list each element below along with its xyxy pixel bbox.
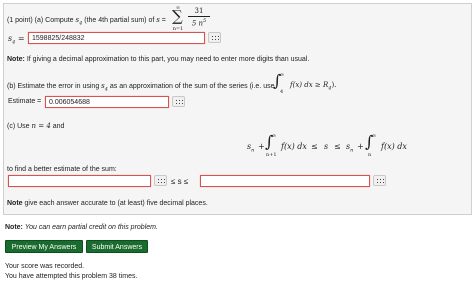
- bound-relation-text: ≤ s ≤: [171, 177, 189, 186]
- left-sn-sub: n: [251, 147, 255, 154]
- part-b-text2: as an approximation of the sum of the se…: [109, 83, 275, 90]
- denominator-exponent: 5: [203, 18, 207, 24]
- part-b-label: (b): [7, 83, 16, 90]
- s4-symbol: s4: [76, 16, 83, 27]
- partial-credit-note: Note: You can earn partial credit on thi…: [5, 224, 158, 231]
- note-accuracy: Note give each answer accurate to (at le…: [7, 200, 208, 207]
- bound-relation: ≤ s ≤: [171, 177, 188, 186]
- right-sn-sub: n: [350, 147, 354, 154]
- part-a-text-mid: (the 4th partial sum) of: [84, 17, 155, 24]
- lower-bound-input[interactable]: [8, 175, 151, 187]
- s4-sub: 4: [79, 20, 83, 27]
- part-b-close: ).: [331, 81, 337, 89]
- points-label: (1 point): [7, 17, 33, 24]
- part-a-prompt: (1 point) (a) Compute s4 (the 4th partia…: [7, 16, 166, 26]
- part-c-label: (c): [7, 123, 16, 130]
- lower-bound-equation-editor-button[interactable]: [154, 175, 167, 186]
- le-sign-2: ≤: [334, 142, 341, 151]
- inequality-left-sn: sn: [247, 142, 254, 154]
- sigma-icon: ∑: [172, 7, 183, 25]
- denominator-text: 5 n: [191, 19, 203, 28]
- left-integral-lower: n+1: [266, 152, 277, 158]
- note-decimal-label: Note:: [7, 56, 25, 63]
- part-b-prompt: (b) Estimate the error in using s4 as an…: [7, 82, 275, 92]
- s4-equation-editor-button[interactable]: [208, 32, 221, 43]
- estimate-label: Estimate =: [8, 98, 42, 105]
- part-b-s4: s4: [101, 82, 108, 93]
- part-c-prompt: (c) Use n = 4 and: [7, 122, 64, 130]
- integral-icon: ∫: [273, 71, 282, 90]
- part-b-integral-lower: 4: [280, 89, 284, 95]
- equals-sign: =: [161, 17, 166, 24]
- right-integrand: f(x) dx: [381, 142, 407, 151]
- score-recorded-text: Your score was recorded.: [5, 263, 85, 270]
- left-integrand: f(x) dx: [281, 142, 307, 151]
- left-integral-icon: ∫: [265, 132, 274, 151]
- note-accuracy-text: give each answer accurate to (at least) …: [24, 200, 208, 207]
- note-decimal-text: If giving a decimal approximation to thi…: [26, 56, 310, 63]
- right-integral-icon: ∫: [365, 132, 374, 151]
- estimate-equation-editor-button[interactable]: [172, 96, 185, 107]
- s-symbol: s: [156, 16, 160, 24]
- part-b-integrand: f(x) dx ≥ R4).: [290, 81, 336, 91]
- s4-answer-input[interactable]: 1598825/248832: [28, 32, 205, 44]
- part-a-label: (a): [34, 17, 44, 24]
- part-c-n-eq: n = 4: [31, 122, 51, 130]
- part-a-text: Compute: [45, 17, 74, 24]
- part-c-and: and: [52, 123, 65, 130]
- s4-answer-label: s4 =: [8, 34, 25, 46]
- part-b-integrand-text: f(x) dx ≥ R: [290, 81, 329, 89]
- part-c-text: Use: [17, 123, 30, 130]
- inequality-plus-left: +: [258, 142, 265, 151]
- inequality-right-sn: sn: [346, 142, 353, 154]
- part-c-find-text: to find a better estimate of the sum:: [7, 166, 117, 173]
- partial-credit-text: You can earn partial credit on this prob…: [24, 224, 158, 231]
- s4-answer-sub: 4: [12, 39, 16, 46]
- estimate-input[interactable]: 0.006054688: [45, 96, 169, 108]
- upper-bound-input[interactable]: [200, 175, 370, 187]
- le-sign-1: ≤: [311, 142, 318, 151]
- upper-bound-equation-editor-button[interactable]: [373, 175, 386, 186]
- partial-credit-label: Note:: [5, 224, 23, 231]
- fraction-denominator: 5 n5: [188, 18, 210, 27]
- preview-answers-button[interactable]: Preview My Answers: [5, 240, 83, 253]
- fraction-numerator: 31: [188, 7, 210, 17]
- inequality-s: s: [324, 142, 329, 151]
- right-integral-lower: n: [368, 152, 372, 158]
- attempts-text: You have attempted this problem 38 times…: [5, 273, 138, 280]
- part-b-s4-sub: 4: [104, 86, 108, 93]
- part-b-text: Estimate the error in using: [17, 83, 100, 90]
- inequality-plus-right: +: [357, 142, 364, 151]
- note-accuracy-label: Note: [7, 200, 23, 207]
- note-decimal: Note: If giving a decimal approximation …: [7, 56, 309, 63]
- submit-answers-button[interactable]: Submit Answers: [86, 240, 148, 253]
